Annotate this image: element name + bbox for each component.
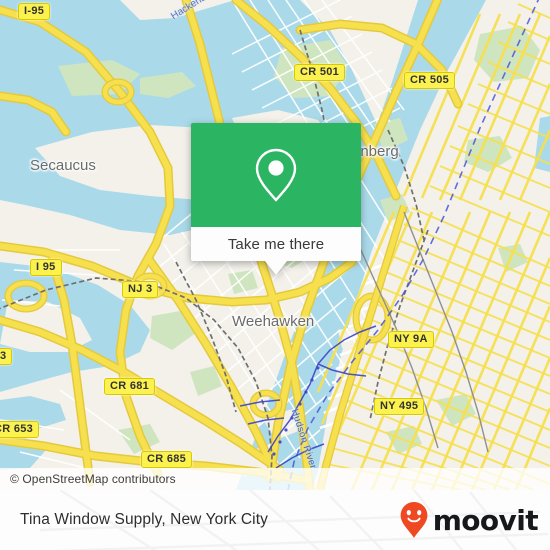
shield-ny-495: NY 495 <box>374 398 425 415</box>
place-title-text: Tina Window Supply, New York City <box>20 511 268 528</box>
footer-bar: Tina Window Supply, New York City moovit <box>0 490 550 550</box>
shield-i-95-south: I 95 <box>30 259 62 276</box>
take-me-there-button[interactable]: Take me there <box>191 227 361 261</box>
shield-cr-685: CR 685 <box>141 451 193 468</box>
moovit-smiley-pin-icon <box>400 502 428 538</box>
take-me-there-callout[interactable]: Take me there <box>191 123 361 275</box>
shield-i-95-north: I-95 <box>18 3 51 20</box>
shield-ny-9a: NY 9A <box>388 331 434 348</box>
moovit-map-screen: Secaucus Weehawken enberg Hackensack Hud… <box>0 0 550 550</box>
osm-attribution-text: © OpenStreetMap contributors <box>10 472 176 486</box>
callout-icon-area <box>191 123 361 227</box>
shield-cr-505: CR 505 <box>404 72 456 89</box>
callout-tail <box>265 261 287 275</box>
moovit-logo[interactable]: moovit <box>399 490 539 550</box>
map-canvas[interactable]: Secaucus Weehawken enberg Hackensack Hud… <box>0 0 550 490</box>
shield-cr-681: CR 681 <box>104 378 156 395</box>
shield-nj-3: NJ 3 <box>122 281 159 298</box>
take-me-there-label: Take me there <box>227 235 325 253</box>
shield-cr-501: CR 501 <box>294 64 346 81</box>
osm-attribution-bar: © OpenStreetMap contributors <box>0 468 550 490</box>
shield-cr-653: CR 653 <box>0 421 40 438</box>
place-title: Tina Window Supply, New York City <box>20 490 268 550</box>
map-pin-icon <box>255 148 297 202</box>
moovit-wordmark: moovit <box>432 503 539 537</box>
shield-cr-3-edge: 3 <box>0 348 13 365</box>
